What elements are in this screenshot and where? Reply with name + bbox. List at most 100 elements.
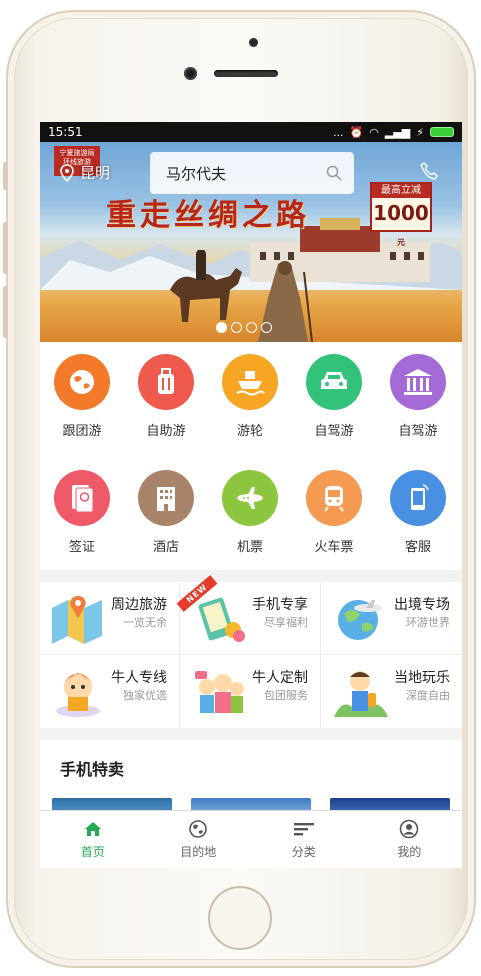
passport-icon xyxy=(54,470,110,526)
category-label: 游轮 xyxy=(236,424,263,439)
promo-amount: 1000 xyxy=(373,201,429,225)
tab-profile[interactable]: 我的 xyxy=(357,811,463,868)
train-icon xyxy=(306,470,362,526)
tab-label: 首页 xyxy=(80,845,105,859)
globe-tab-icon xyxy=(146,819,252,839)
temple-icon xyxy=(390,354,446,410)
feature-title: 手机专享 xyxy=(252,597,308,613)
tab-home[interactable]: 首页 xyxy=(40,811,146,868)
category-hotel[interactable]: 酒店 xyxy=(124,458,208,568)
globe-icon xyxy=(54,354,110,410)
category-visa[interactable]: 签证 xyxy=(40,458,124,568)
app-screen: 15:51 ... ⏰ ◠ ▂▄▆ ⚡ 宁夏旅游局 环线旅游 重走丝绸之路 最高… xyxy=(40,122,462,868)
category-label: 自助游 xyxy=(146,424,186,439)
mute-switch xyxy=(3,162,7,190)
feature-subtitle: 包团服务 xyxy=(264,689,308,702)
promo-unit: 元 xyxy=(397,238,405,247)
search-icon xyxy=(326,165,342,181)
charging-icon: ⚡ xyxy=(416,125,424,139)
plane-icon xyxy=(222,470,278,526)
feature-local-fun[interactable]: 当地玩乐 深度自由 xyxy=(322,655,462,728)
category-label: 跟团游 xyxy=(62,424,102,439)
banner-title: 重走丝绸之路 xyxy=(106,198,310,233)
category-train[interactable]: 火车票 xyxy=(292,458,376,568)
category-free-tour[interactable]: 自助游 xyxy=(124,342,208,452)
status-icons: ... ⏰ ◠ ▂▄▆ ⚡ xyxy=(333,126,454,139)
category-label: 自驾游 xyxy=(398,424,438,439)
camel-illustration xyxy=(170,250,242,322)
group-people-illustration xyxy=(195,671,244,713)
search-input[interactable]: 马尔代夫 xyxy=(150,152,354,194)
alarm-icon: ⏰ xyxy=(349,125,364,139)
category-cruise[interactable]: 游轮 xyxy=(208,342,292,452)
category-self-drive-2[interactable]: 自驾游 xyxy=(376,342,460,452)
tab-label: 我的 xyxy=(397,845,422,859)
feature-nearby-travel[interactable]: 周边旅游 一览无余 xyxy=(40,582,180,655)
bottom-tab-bar: 首页 目的地 分类 我的 xyxy=(40,810,462,868)
feature-grid: 周边旅游 一览无余 NEW 手机专享 尽享福利 出境专场 环游世界 牛人专线 独… xyxy=(40,575,462,728)
tab-categories[interactable]: 分类 xyxy=(251,811,357,868)
carousel-dots xyxy=(216,322,272,333)
category-label: 机票 xyxy=(236,540,263,555)
front-camera xyxy=(184,67,197,80)
front-sensor xyxy=(249,38,258,47)
category-flight[interactable]: 机票 xyxy=(208,458,292,568)
category-label: 火车票 xyxy=(314,540,354,555)
carousel-dot[interactable] xyxy=(231,322,242,333)
search-placeholder: 马尔代夫 xyxy=(166,164,227,183)
specials-section: 手机特卖 xyxy=(40,740,462,820)
specials-title: 手机特卖 xyxy=(60,760,125,779)
earpiece-speaker xyxy=(214,70,278,77)
phone-service-icon xyxy=(390,470,446,526)
city-name: 昆明 xyxy=(80,164,111,182)
feature-outbound[interactable]: 出境专场 环游世界 xyxy=(322,582,462,655)
ship-icon xyxy=(222,354,278,410)
volume-down-button xyxy=(3,286,7,338)
tab-destinations[interactable]: 目的地 xyxy=(146,811,252,868)
category-group-tour[interactable]: 跟团游 xyxy=(40,342,124,452)
car-icon xyxy=(306,354,362,410)
boy-backpack-illustration xyxy=(334,671,388,717)
feature-subtitle: 尽享福利 xyxy=(264,616,308,629)
user-icon xyxy=(357,819,463,839)
wifi-icon: ◠ xyxy=(369,125,379,139)
feature-title: 出境专场 xyxy=(394,597,450,613)
home-button[interactable] xyxy=(208,886,272,950)
status-bar: 15:51 ... ⏰ ◠ ▂▄▆ ⚡ xyxy=(40,122,462,142)
list-icon xyxy=(251,819,357,839)
luggage-icon xyxy=(138,354,194,410)
feature-subtitle: 环游世界 xyxy=(406,616,450,629)
cartoon-traveler-illustration xyxy=(56,673,100,717)
carousel-dot[interactable] xyxy=(261,322,272,333)
location-pin-icon xyxy=(60,163,74,182)
promo-top-text: 最高立减 xyxy=(372,184,430,198)
city-selector[interactable]: 昆明 xyxy=(60,162,110,183)
status-time: 15:51 xyxy=(48,125,83,139)
category-label: 自驾游 xyxy=(314,424,354,439)
feature-subtitle: 一览无余 xyxy=(123,616,167,629)
map-illustration xyxy=(52,596,102,644)
tab-label: 分类 xyxy=(291,845,316,859)
category-label: 客服 xyxy=(404,540,431,555)
category-label: 酒店 xyxy=(152,540,179,555)
carousel-dot[interactable] xyxy=(246,322,257,333)
tab-label: 目的地 xyxy=(180,845,217,859)
feature-expert-route[interactable]: 牛人专线 独家优选 xyxy=(40,655,180,728)
promo-amount-row: 1000 元 xyxy=(372,198,430,258)
feature-custom-tour[interactable]: 牛人定制 包团服务 xyxy=(181,655,321,728)
promo-badge: 最高立减 1000 元 xyxy=(370,182,432,247)
feature-mobile-exclusive[interactable]: NEW 手机专享 尽享福利 xyxy=(176,575,321,655)
category-self-drive[interactable]: 自驾游 xyxy=(292,342,376,452)
category-label: 签证 xyxy=(68,540,95,555)
cellular-icon: ▂▄▆ xyxy=(384,125,411,139)
feature-subtitle: 深度自由 xyxy=(406,689,450,702)
feature-title: 当地玩乐 xyxy=(394,670,450,686)
carousel-dot[interactable] xyxy=(216,322,227,333)
category-customer-service[interactable]: 客服 xyxy=(376,458,460,568)
signal-dots: ... xyxy=(333,125,344,139)
feature-subtitle: 独家优选 xyxy=(123,689,167,702)
phone-call-icon[interactable] xyxy=(420,162,438,180)
hotel-icon xyxy=(138,470,194,526)
feature-title: 周边旅游 xyxy=(111,597,167,613)
volume-up-button xyxy=(3,222,7,274)
